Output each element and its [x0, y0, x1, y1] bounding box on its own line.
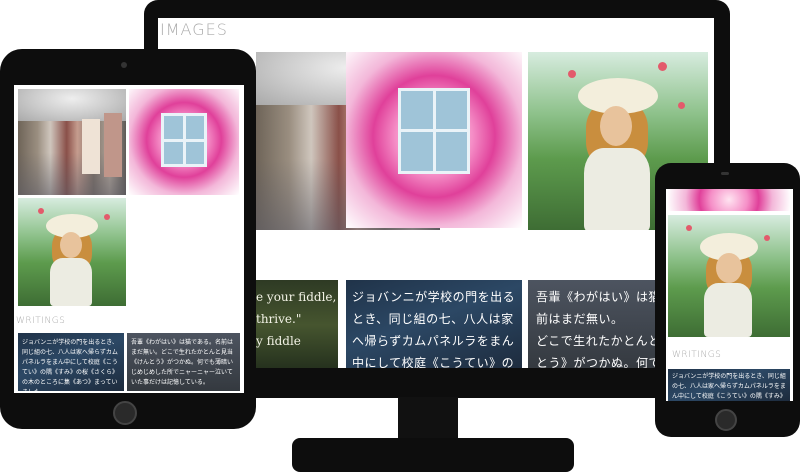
writing-card-giovanni[interactable]: ジョバンニが学校の門を出るとき、同じ組の七、八人は家へ帰らずカムパネルラをまん中…: [668, 369, 790, 401]
monitor-stand-base: [292, 438, 574, 472]
tablet-home-button[interactable]: [113, 401, 137, 425]
tablet-screen: WRITINGS ジョバンニが学校の門を出るとき、同じ組の七、八人は家へ帰らずカ…: [14, 85, 244, 393]
writing-text: どこで生れたかとんと見: [536, 334, 674, 348]
writing-text: 前はまだ無い。: [536, 312, 624, 326]
writing-text: ジョバンニが学校の門を出るとき、同じ組の七、八人は家へ帰らずカムパネルラをまん中…: [672, 373, 786, 400]
writing-text: thrive.": [256, 312, 302, 326]
writing-card-giovanni[interactable]: ジョバンニが学校の門を出るとき、同じ組の七、八人は家へ帰らずカムパネルラをまん中…: [18, 333, 124, 391]
writing-text: y fiddle: [256, 334, 301, 348]
writing-text: 吾輩《わがはい》は猫で: [536, 290, 674, 304]
writing-text: 吾輩《わがはい》は猫である。名前はまだ無い。どこで生れたかとんと見当《けんとう》…: [131, 339, 234, 386]
gallery-image-flower-window[interactable]: [668, 189, 790, 211]
writing-text: ジョバンニが学校の門を出るとき、同じ組の七、八人は家へ帰らずカムパネルラをまん中…: [352, 290, 516, 368]
tablet-camera-icon: [121, 62, 127, 68]
gallery-image-venice[interactable]: [18, 89, 126, 195]
phone-home-button[interactable]: [715, 409, 737, 431]
writing-text: e your fiddle,: [256, 290, 337, 304]
writing-card-giovanni[interactable]: ジョバンニが学校の門を出るとき、同じ組の七、八人は家へ帰らずカムパネルラをまん中…: [346, 280, 522, 368]
gallery-image-girl[interactable]: [668, 215, 790, 337]
writing-card-fiddle[interactable]: e your fiddle, thrive." y fiddle: [256, 280, 338, 368]
writings-heading: WRITINGS: [16, 316, 66, 326]
writing-card-cat[interactable]: 吾輩《わがはい》は猫である。名前はまだ無い。どこで生れたかとんと見当《けんとう》…: [127, 333, 240, 391]
writings-heading: WRITINGS: [672, 350, 722, 360]
phone-speaker-icon: [721, 172, 729, 175]
gallery-image-flower-window[interactable]: [346, 52, 522, 228]
gallery-image-flower-window[interactable]: [129, 89, 239, 195]
phone-screen: WRITINGS ジョバンニが学校の門を出るとき、同じ組の七、八人は家へ帰らずカ…: [666, 189, 793, 401]
writing-text: ジョバンニが学校の門を出るとき、同じ組の七、八人は家へ帰らずカムパネルラをまん中…: [22, 339, 119, 391]
gallery-image-girl[interactable]: [18, 198, 126, 306]
images-heading: IMAGES: [160, 20, 228, 39]
monitor-stand-neck: [398, 397, 458, 441]
